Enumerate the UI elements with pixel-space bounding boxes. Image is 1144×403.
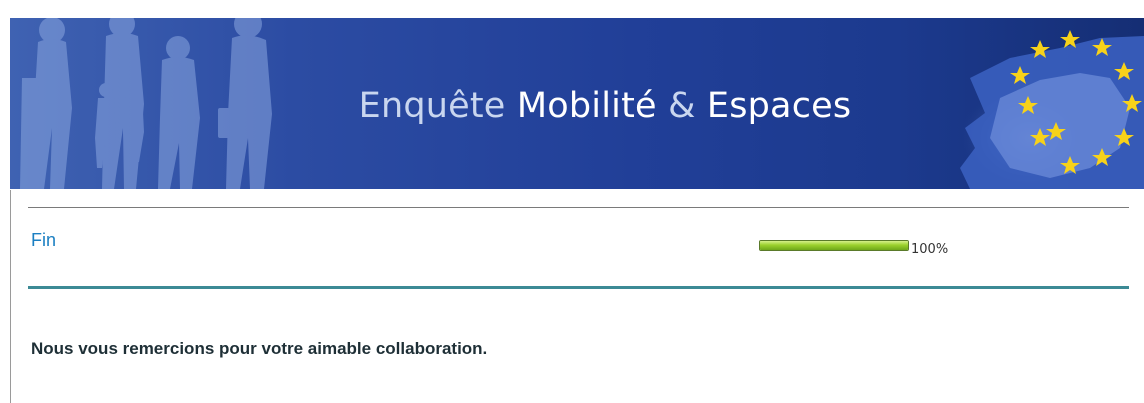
survey-title-ampersand: & <box>668 86 696 126</box>
progress-bar-fill <box>760 241 908 250</box>
progress-percent-label: 100% <box>911 242 949 257</box>
survey-title-word-2: Mobilité <box>516 86 657 126</box>
survey-title-word-1: Enquête <box>358 86 506 126</box>
progress-bar <box>759 240 909 251</box>
left-border <box>10 190 11 403</box>
thank-you-message: Nous vous remercions pour votre aimable … <box>31 339 488 358</box>
survey-header-banner: Enquête Mobilité & Espaces <box>10 18 1144 189</box>
section-title: Fin <box>31 230 57 250</box>
section-top-divider <box>28 207 1129 208</box>
section-bottom-divider <box>28 286 1129 289</box>
survey-page: Enquête Mobilité & Espaces Fin 100% Nous… <box>0 0 1144 403</box>
survey-title-word-3: Espaces <box>706 86 852 126</box>
survey-title: Enquête Mobilité & Espaces <box>10 86 1144 126</box>
